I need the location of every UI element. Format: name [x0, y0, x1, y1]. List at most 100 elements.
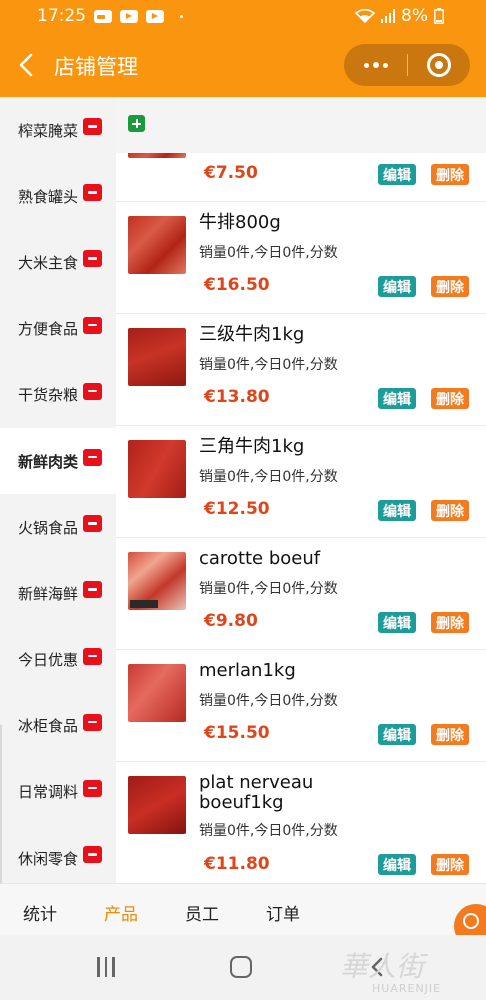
product-name: 牛排800g: [199, 212, 281, 233]
sidebar-item-label: 大米主食: [18, 253, 79, 272]
sidebar-item-youhui[interactable]: 今日优惠: [0, 627, 116, 693]
product-name: 三角牛肉1kg: [199, 436, 305, 457]
back-arrow-icon[interactable]: [16, 52, 40, 78]
status-bar-left: 17:25: [37, 6, 183, 26]
sidebar-item-zhacai[interactable]: 榨菜腌菜: [0, 97, 116, 163]
video-notification-icon-2: [146, 9, 164, 23]
edit-button[interactable]: 编辑: [378, 276, 416, 297]
category-sidebar: 榨菜腌菜 熟食罐头 大米主食 方便食品 干货杂粮 新鲜肉类 火锅食品 新鲜海鲜 …: [0, 97, 116, 883]
remove-category-icon[interactable]: [83, 250, 102, 268]
tab-orders[interactable]: 订单: [266, 900, 300, 925]
product-name: merlan1kg: [199, 660, 296, 681]
product-row: 三级牛肉1kg 销量0件,今日0件,分数 €13.80 编辑 删除: [116, 314, 486, 426]
delete-button[interactable]: 删除: [431, 388, 469, 409]
product-row: plat nerveau boeuf1kg 销量0件,今日0件,分数 €11.8…: [116, 762, 486, 883]
remove-category-icon[interactable]: [83, 515, 102, 533]
watermark-logo: 華人街: [340, 950, 425, 983]
product-price: €11.80: [204, 854, 270, 874]
product-row: 三角牛肉1kg 销量0件,今日0件,分数 €12.50 编辑 删除: [116, 426, 486, 538]
status-bar-right: 8%: [355, 6, 444, 26]
dot-icon: [372, 62, 379, 68]
target-close-icon: [427, 53, 451, 77]
product-row: €7.50 编辑 删除: [116, 151, 486, 202]
sidebar-item-huoguo[interactable]: 火锅食品: [0, 494, 116, 560]
remove-category-icon[interactable]: [83, 382, 102, 400]
delete-button[interactable]: 删除: [431, 854, 469, 875]
page-title: 店铺管理: [54, 55, 138, 79]
product-image: [128, 664, 186, 722]
sidebar-item-shushi[interactable]: 熟食罐头: [0, 163, 116, 229]
close-mini-program-button[interactable]: [408, 44, 470, 86]
sidebar-item-xianrou[interactable]: 新鲜肉类: [0, 427, 116, 495]
product-price: €7.50: [204, 163, 258, 183]
home-icon[interactable]: [230, 956, 252, 978]
notification-dot-icon: [180, 14, 183, 18]
product-price: €15.50: [204, 723, 270, 743]
edit-button[interactable]: 编辑: [378, 388, 416, 409]
product-price: €12.50: [204, 499, 270, 519]
sidebar-item-label: 熟食罐头: [18, 187, 79, 206]
product-stats: 销量0件,今日0件,分数: [199, 245, 338, 261]
sidebar-item-binggui[interactable]: 冰柜食品: [0, 693, 116, 759]
sidebar-item-haixian[interactable]: 新鲜海鲜: [0, 560, 116, 626]
remove-category-icon[interactable]: [83, 846, 102, 864]
sidebar-item-label: 冰柜食品: [18, 717, 79, 736]
product-list: €7.50 编辑 删除 牛排800g 销量0件,今日0件,分数 €16.50 编…: [116, 97, 486, 883]
product-name: carotte boeuf: [199, 548, 321, 569]
product-row: merlan1kg 销量0件,今日0件,分数 €15.50 编辑 删除: [116, 650, 486, 762]
edit-button[interactable]: 编辑: [378, 500, 416, 521]
product-stats: 销量0件,今日0件,分数: [199, 469, 338, 485]
edit-button[interactable]: 编辑: [378, 724, 416, 745]
product-row: carotte boeuf 销量0件,今日0件,分数 €9.80 编辑 删除: [116, 538, 486, 650]
product-image: [128, 776, 186, 834]
product-image: [128, 552, 186, 610]
sidebar-item-ganhuo[interactable]: 干货杂粮: [0, 362, 116, 428]
app-screen: 17:25 8% 店铺管理 榨菜腌菜 熟食罐头 大米主食 方便食品 干货杂粮 新…: [0, 0, 486, 1000]
sidebar-item-lingshi[interactable]: 休闲零食: [0, 825, 116, 883]
sidebar-item-label: 榨菜腌菜: [18, 121, 79, 140]
sidebar-item-label: 火锅食品: [18, 518, 79, 537]
product-image: [128, 216, 186, 274]
wifi-icon: [355, 9, 376, 23]
gallery-notification-icon: [94, 9, 112, 23]
tab-products[interactable]: 产品: [104, 900, 138, 925]
product-price: €13.80: [204, 387, 270, 407]
edit-button[interactable]: 编辑: [378, 612, 416, 633]
product-stats: 销量0件,今日0件,分数: [199, 357, 338, 373]
remove-category-icon[interactable]: [83, 647, 102, 665]
edit-button[interactable]: 编辑: [378, 164, 416, 185]
product-stats: 销量0件,今日0件,分数: [199, 823, 338, 839]
battery-icon: [434, 8, 444, 24]
remove-category-icon[interactable]: [83, 118, 102, 135]
dot-icon: [382, 62, 388, 68]
mini-program-capsule: [344, 44, 470, 86]
product-stats: 销量0件,今日0件,分数: [199, 693, 338, 709]
more-menu-button[interactable]: [344, 44, 407, 86]
signal-icon: [381, 9, 396, 23]
product-name: plat nerveau boeuf1kg: [199, 772, 314, 813]
remove-category-icon[interactable]: [83, 581, 102, 599]
add-product-icon[interactable]: [128, 115, 145, 132]
sidebar-item-tiaoliao[interactable]: 日常调料: [0, 759, 116, 825]
dot-icon: [363, 62, 369, 68]
delete-button[interactable]: 删除: [431, 724, 469, 745]
edit-button[interactable]: 编辑: [378, 854, 416, 875]
delete-button[interactable]: 删除: [431, 500, 469, 521]
recent-apps-icon[interactable]: [95, 957, 117, 977]
delete-button[interactable]: 删除: [431, 164, 469, 185]
tab-stats[interactable]: 统计: [23, 900, 57, 925]
tab-staff[interactable]: 员工: [185, 900, 219, 925]
sidebar-item-label: 今日优惠: [18, 651, 79, 670]
sidebar-item-label: 日常调料: [18, 783, 79, 802]
remove-category-icon[interactable]: [83, 448, 102, 466]
delete-button[interactable]: 删除: [431, 612, 469, 633]
sidebar-item-dami[interactable]: 大米主食: [0, 229, 116, 295]
delete-button[interactable]: 删除: [431, 276, 469, 297]
header-bar: 17:25 8% 店铺管理: [0, 0, 486, 97]
remove-category-icon[interactable]: [83, 316, 102, 334]
sidebar-item-label: 新鲜海鲜: [18, 584, 79, 603]
remove-category-icon[interactable]: [83, 779, 102, 797]
remove-category-icon[interactable]: [83, 184, 102, 202]
remove-category-icon[interactable]: [83, 713, 102, 731]
sidebar-item-fangbian[interactable]: 方便食品: [0, 296, 116, 362]
